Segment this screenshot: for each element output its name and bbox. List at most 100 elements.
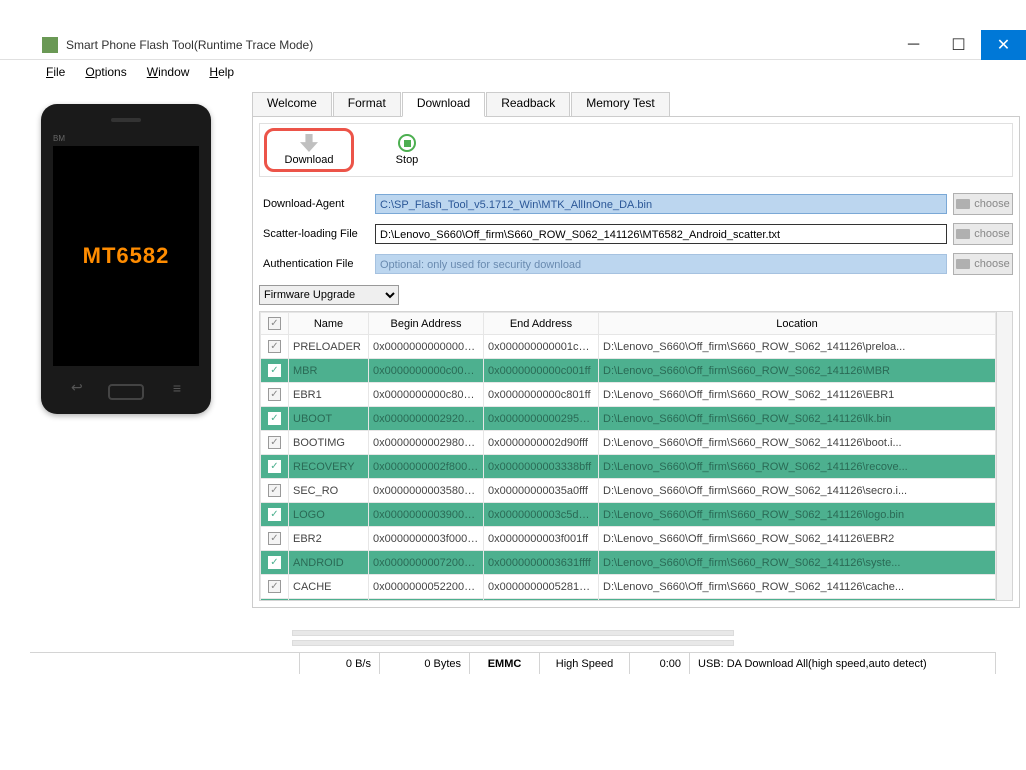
table-row[interactable]: ✓ PRELOADER 0x0000000000000000 0x0000000… [261,335,996,359]
row-location: D:\Lenovo_S660\Off_firm\S660_ROW_S062_14… [599,503,996,527]
row-checkbox[interactable]: ✓ [268,364,281,377]
download-arrow-icon [300,134,318,152]
row-begin: 0x0000000007200000 [369,551,484,575]
row-begin: 0x0000000000000000 [369,335,484,359]
row-name: LOGO [289,503,369,527]
choose-auth-button[interactable]: choose [953,253,1013,275]
row-end: 0x00000000035a0fff [484,479,599,503]
row-location: D:\Lenovo_S660\Off_firm\S660_ROW_S062_14… [599,407,996,431]
tab-download[interactable]: Download [402,92,485,117]
row-name: UBOOT [289,407,369,431]
folder-icon [956,259,970,269]
status-speed: 0 B/s [300,653,380,674]
chipset-label: MT6582 [83,243,170,269]
choose-scatter-button[interactable]: choose [953,223,1013,245]
table-row[interactable]: ✓ ANDROID 0x0000000007200000 0x000000000… [261,551,996,575]
choose-da-button[interactable]: choose [953,193,1013,215]
menu-help[interactable]: Help [201,63,242,81]
row-end: 0x0000000002d90fff [484,431,599,455]
row-location: D:\Lenovo_S660\Off_firm\S660_ROW_S062_14… [599,551,996,575]
row-checkbox[interactable]: ✓ [268,532,281,545]
row-end: 0x0000000003f001ff [484,527,599,551]
close-button[interactable]: ✕ [981,30,1026,60]
row-checkbox[interactable]: ✓ [268,340,281,353]
row-end: 0x0000000000c801ff [484,383,599,407]
table-row[interactable]: ✓ MBR 0x0000000000c00000 0x0000000000c00… [261,359,996,383]
col-name: Name [289,313,369,335]
table-scrollbar[interactable] [996,312,1012,600]
table-row[interactable]: ✓ EBR1 0x0000000000c80000 0x0000000000c8… [261,383,996,407]
table-row[interactable]: ✓ UBOOT 0x0000000002920000 0x00000000002… [261,407,996,431]
row-name: RECOVERY [289,455,369,479]
row-location: D:\Lenovo_S660\Off_firm\S660_ROW_S062_14… [599,455,996,479]
row-checkbox[interactable]: ✓ [268,580,281,593]
table-row[interactable]: ✓ BOOTIMG 0x0000000002980000 0x000000000… [261,431,996,455]
minimize-button[interactable]: ─ [891,30,936,60]
row-location: D:\Lenovo_S660\Off_firm\S660_ROW_S062_14… [599,383,996,407]
row-location: D:\Lenovo_S660\Off_firm\S660_ROW_S062_14… [599,575,996,599]
app-icon [42,37,58,53]
col-location: Location [599,313,996,335]
tab-format[interactable]: Format [333,92,401,116]
menu-window[interactable]: Window [139,63,198,81]
row-begin: 0x0000000059200000 [369,599,484,602]
download-button[interactable]: Download [264,128,354,172]
table-row[interactable]: ✓ EBR2 0x0000000003f00000 0x0000000003f0… [261,527,996,551]
row-name: CACHE [289,575,369,599]
mode-select[interactable]: Firmware Upgrade [259,285,399,305]
row-checkbox[interactable]: ✓ [268,556,281,569]
row-end: 0x0000000003631ffff [484,551,599,575]
tab-memory-test[interactable]: Memory Test [571,92,669,116]
stop-icon [398,134,416,152]
row-begin: 0x0000000002920000 [369,407,484,431]
table-row[interactable]: ✓ SEC_RO 0x0000000003580000 0x0000000003… [261,479,996,503]
progress-bar-1 [292,630,734,636]
row-name: USRDATA [289,599,369,602]
scatter-file-field[interactable]: D:\Lenovo_S660\Off_firm\S660_ROW_S062_14… [375,224,947,244]
table-row[interactable]: ✓ LOGO 0x0000000003900000 0x0000000003c5… [261,503,996,527]
progress-bar-2 [292,640,734,646]
col-end: End Address [484,313,599,335]
row-location: D:\Lenovo_S660\Off_firm\S660_ROW_S062_14… [599,335,996,359]
status-storage: EMMC [470,653,540,674]
row-begin: 0x0000000003f00000 [369,527,484,551]
row-checkbox[interactable]: ✓ [268,412,281,425]
row-name: EBR1 [289,383,369,407]
row-checkbox[interactable]: ✓ [268,508,281,521]
row-begin: 0x0000000052200000 [369,575,484,599]
table-row[interactable]: ✓ USRDATA 0x0000000059200000 0x000000005… [261,599,996,602]
row-end: 0x0000000003338bff [484,455,599,479]
stop-button[interactable]: Stop [362,128,452,172]
maximize-button[interactable]: ☐ [936,30,981,60]
col-begin: Begin Address [369,313,484,335]
phone-preview: BM MT6582 ↩ ≡ [41,104,211,414]
status-usb: USB: DA Download All(high speed,auto det… [690,653,996,674]
folder-icon [956,229,970,239]
row-checkbox[interactable]: ✓ [268,436,281,449]
tab-welcome[interactable]: Welcome [252,92,332,116]
status-time: 0:00 [630,653,690,674]
select-all-checkbox[interactable]: ✓ [268,317,281,330]
row-checkbox[interactable]: ✓ [268,484,281,497]
auth-file-label: Authentication File [259,258,369,270]
row-name: BOOTIMG [289,431,369,455]
row-location: D:\Lenovo_S660\Off_firm\S660_ROW_S062_14… [599,359,996,383]
auth-file-field[interactable]: Optional: only used for security downloa… [375,254,947,274]
row-checkbox[interactable]: ✓ [268,460,281,473]
row-end: 0x0000000000295d99 [484,407,599,431]
phone-menu-icon: ≡ [173,380,181,396]
download-agent-field[interactable]: C:\SP_Flash_Tool_v5.1712_Win\MTK_AllInOn… [375,194,947,214]
menu-file[interactable]: File [38,63,73,81]
row-name: EBR2 [289,527,369,551]
row-checkbox[interactable]: ✓ [268,388,281,401]
row-end: 0x0000000005281a0cf [484,575,599,599]
tab-readback[interactable]: Readback [486,92,570,116]
window-title: Smart Phone Flash Tool(Runtime Trace Mod… [66,38,891,52]
table-row[interactable]: ✓ CACHE 0x0000000052200000 0x00000000052… [261,575,996,599]
download-agent-label: Download-Agent [259,198,369,210]
row-location: D:\Lenovo_S660\Off_firm\S660_ROW_S062_14… [599,527,996,551]
row-begin: 0x0000000000c00000 [369,359,484,383]
menu-options[interactable]: Options [77,63,134,81]
table-row[interactable]: ✓ RECOVERY 0x0000000002f80000 0x00000000… [261,455,996,479]
row-location: D:\Lenovo_S660\Off_firm\S660_ROW_S062_14… [599,431,996,455]
